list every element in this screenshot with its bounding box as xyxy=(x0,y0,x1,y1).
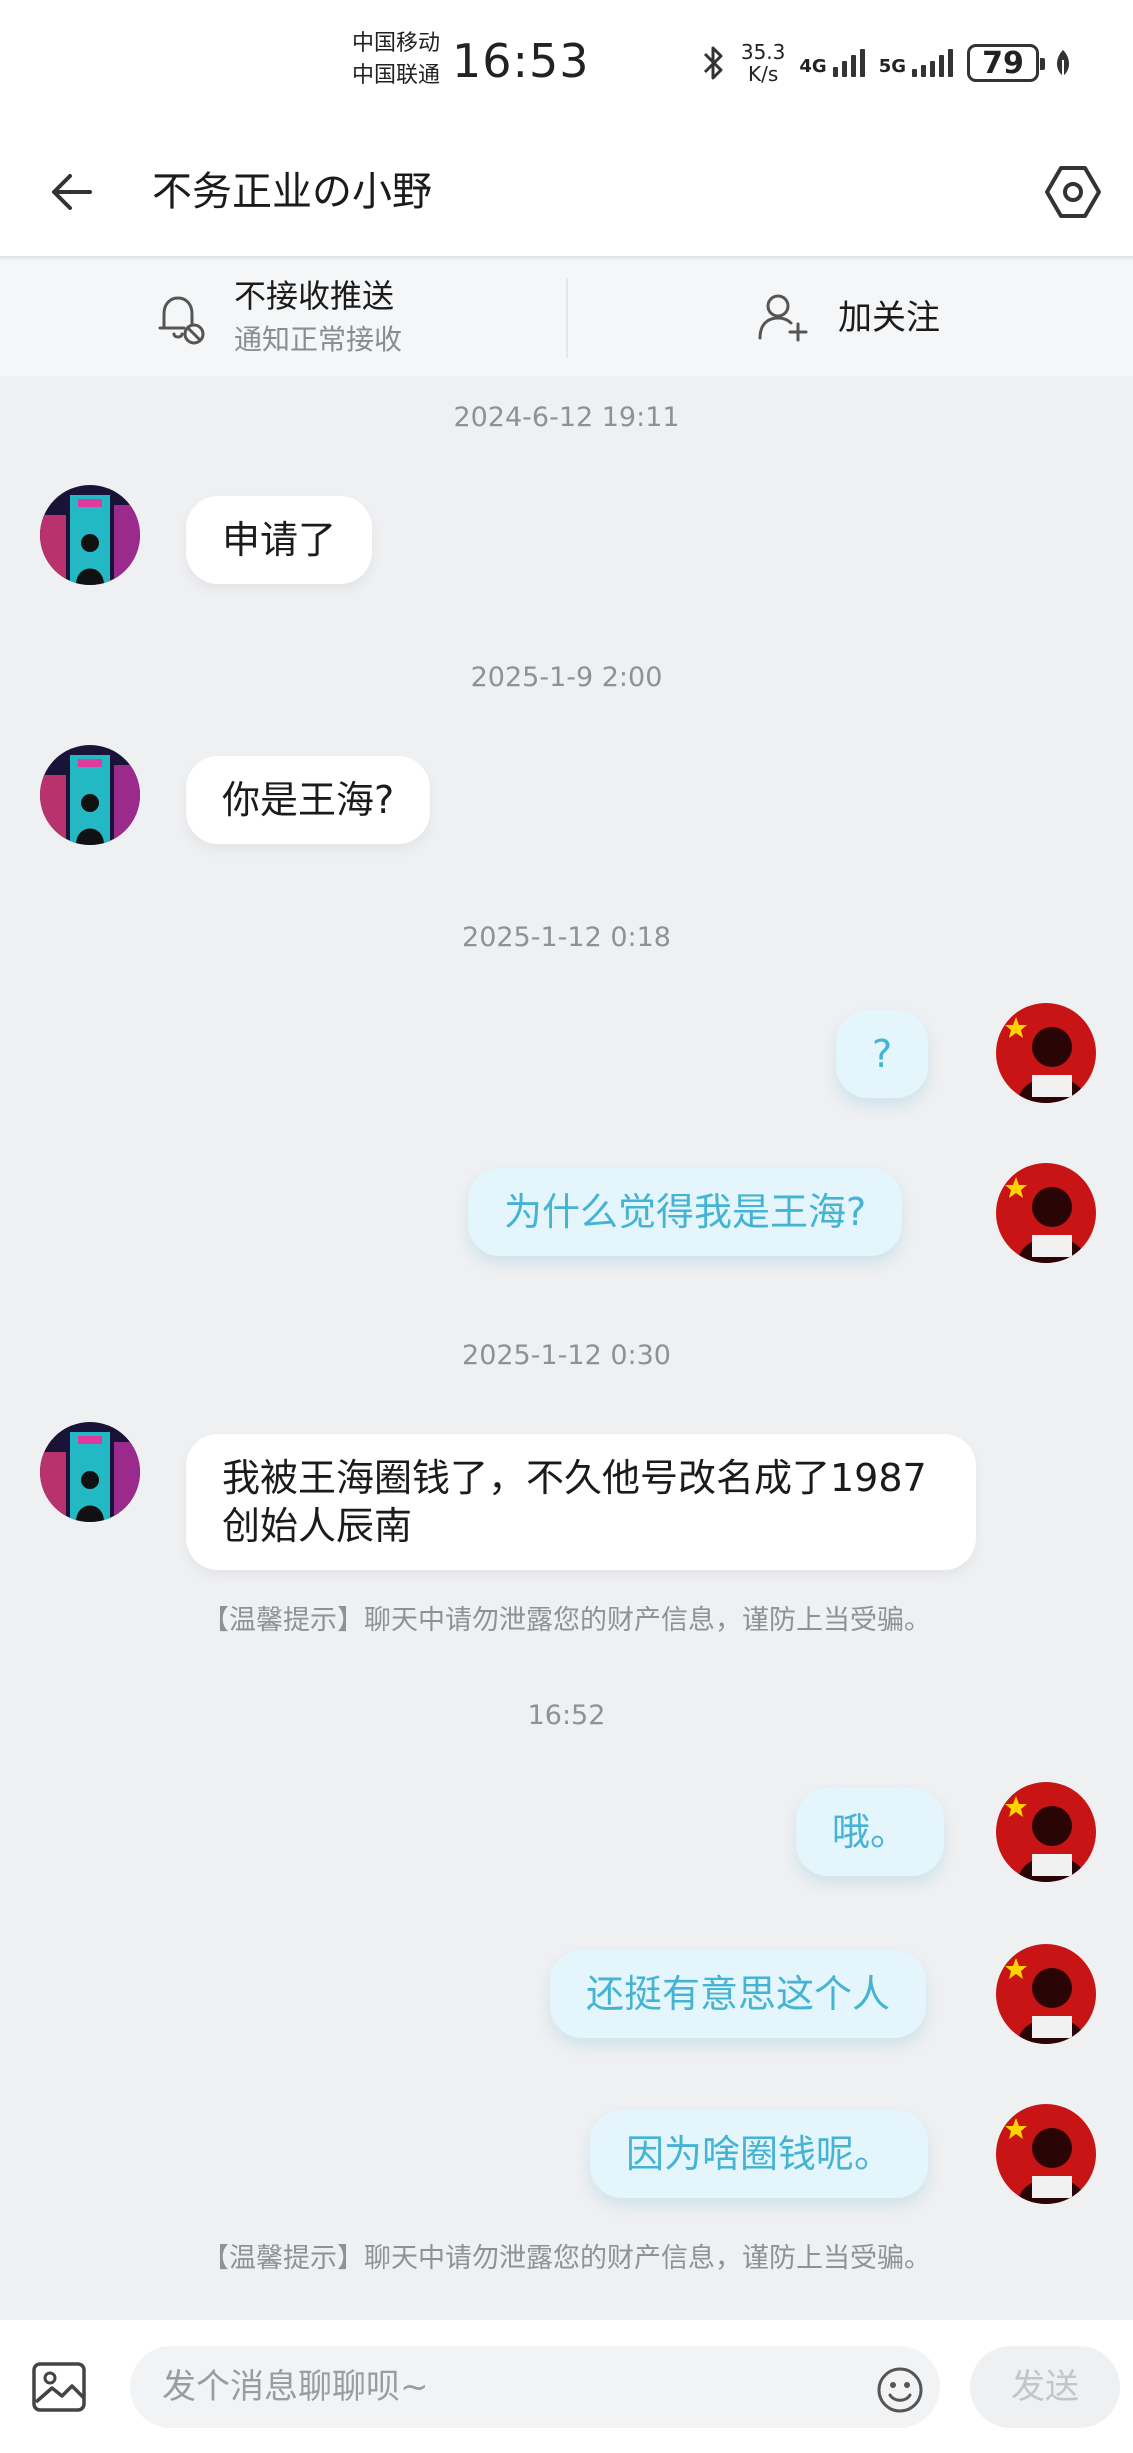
network-speed: 35.3 K/s xyxy=(741,41,786,85)
chat-header: 不务正业の小野 xyxy=(0,130,1133,258)
emoji-icon[interactable] xyxy=(876,2366,924,2414)
follow-button[interactable]: 加关注 xyxy=(568,260,1133,376)
message-bubble-outgoing[interactable]: 因为啥圈钱呢。 xyxy=(590,2110,929,2198)
add-user-icon xyxy=(758,294,808,342)
carrier-names: 中国移动 中国联通 xyxy=(352,28,440,92)
carrier-2: 中国联通 xyxy=(352,63,441,88)
signal-bar xyxy=(832,67,838,77)
my-avatar-image xyxy=(996,2104,1096,2204)
speed-unit: K/s xyxy=(747,62,779,86)
my-avatar[interactable] xyxy=(996,1944,1096,2044)
my-avatar[interactable] xyxy=(996,2104,1096,2204)
message-bubble-incoming[interactable]: 申请了 xyxy=(186,496,373,584)
push-toggle[interactable]: 不接收推送 通知正常接收 xyxy=(0,260,566,376)
my-avatar[interactable] xyxy=(996,1003,1096,1103)
message-bubble-outgoing[interactable]: 哦。 xyxy=(796,1788,945,1876)
my-avatar[interactable] xyxy=(996,1782,1096,1882)
signal-bar xyxy=(948,49,953,77)
my-avatar[interactable] xyxy=(996,1163,1096,1263)
timestamp: 2025-1-12 0:30 xyxy=(462,1340,671,1371)
signal-bar xyxy=(841,61,847,77)
status-bar: 中国移动 中国联通 16:53 35.3 K/s 4G 5G 79 xyxy=(0,0,1133,130)
bluetooth-icon xyxy=(703,46,723,80)
push-label: 不接收推送 xyxy=(234,277,395,315)
my-avatar-image xyxy=(996,1782,1096,1882)
my-avatar-image xyxy=(996,1163,1096,1263)
timestamp: 2024-6-12 19:11 xyxy=(453,402,680,433)
input-bar: 发个消息聊聊呗~ 发送 xyxy=(0,2320,1133,2453)
arrow-left-icon[interactable] xyxy=(40,160,104,224)
signal-5g: 5G xyxy=(879,49,953,77)
status-icons: 35.3 K/s 4G 5G 79 xyxy=(701,38,1073,88)
network-type-2: 5G xyxy=(878,56,906,77)
timestamp: 16:52 xyxy=(527,1700,606,1731)
contact-avatar-image xyxy=(40,485,140,585)
my-avatar-image xyxy=(996,1944,1096,2044)
signal-bar xyxy=(930,61,935,77)
timestamp: 2025-1-9 2:00 xyxy=(470,662,663,693)
follow-label: 加关注 xyxy=(838,298,940,338)
message-input[interactable]: 发个消息聊聊呗~ xyxy=(130,2346,940,2428)
contact-avatar[interactable] xyxy=(40,1422,140,1522)
safety-tip: 【温馨提示】聊天中请勿泄露您的财产信息，谨防上当受骗。 xyxy=(202,2243,931,2274)
timestamp: 2025-1-12 0:18 xyxy=(462,922,671,953)
message-bubble-incoming[interactable]: 我被王海圈钱了，不久他号改名成了1987创始人辰南 xyxy=(186,1434,976,1570)
signal-bar xyxy=(939,55,944,77)
signal-bar xyxy=(921,65,926,77)
contact-avatar[interactable] xyxy=(40,485,140,585)
signal-bar xyxy=(859,49,865,77)
send-button[interactable]: 发送 xyxy=(970,2346,1120,2428)
contact-avatar-image xyxy=(40,1422,140,1522)
power-saving-leaf-icon xyxy=(1057,50,1069,76)
speed-value: 35.3 xyxy=(740,40,786,64)
network-type-1: 4G xyxy=(799,56,827,77)
chat-title: 不务正业の小野 xyxy=(152,169,432,215)
status-time: 16:53 xyxy=(452,34,590,88)
signal-4g: 4G xyxy=(799,49,865,77)
signal-bar xyxy=(850,55,856,77)
signal-bar xyxy=(912,69,917,77)
hexagon-settings-icon[interactable] xyxy=(1041,160,1105,224)
bell-muted-icon xyxy=(158,296,205,345)
push-sub-label: 通知正常接收 xyxy=(234,323,403,356)
message-bubble-outgoing[interactable]: 为什么觉得我是王海? xyxy=(468,1168,903,1256)
notify-strip: 不接收推送 通知正常接收 加关注 xyxy=(0,260,1133,376)
message-bubble-outgoing[interactable]: ? xyxy=(836,1010,929,1098)
safety-tip: 【温馨提示】聊天中请勿泄露您的财产信息，谨防上当受骗。 xyxy=(202,1605,931,1636)
message-bubble-outgoing[interactable]: 还挺有意思这个人 xyxy=(550,1950,927,2038)
my-avatar-image xyxy=(996,1003,1096,1103)
contact-avatar[interactable] xyxy=(40,745,140,845)
carrier-1: 中国移动 xyxy=(352,31,441,56)
battery-indicator: 79 xyxy=(967,44,1045,82)
message-bubble-incoming[interactable]: 你是王海? xyxy=(186,756,431,844)
image-picker-icon[interactable] xyxy=(30,2358,88,2416)
contact-avatar-image xyxy=(40,745,140,845)
